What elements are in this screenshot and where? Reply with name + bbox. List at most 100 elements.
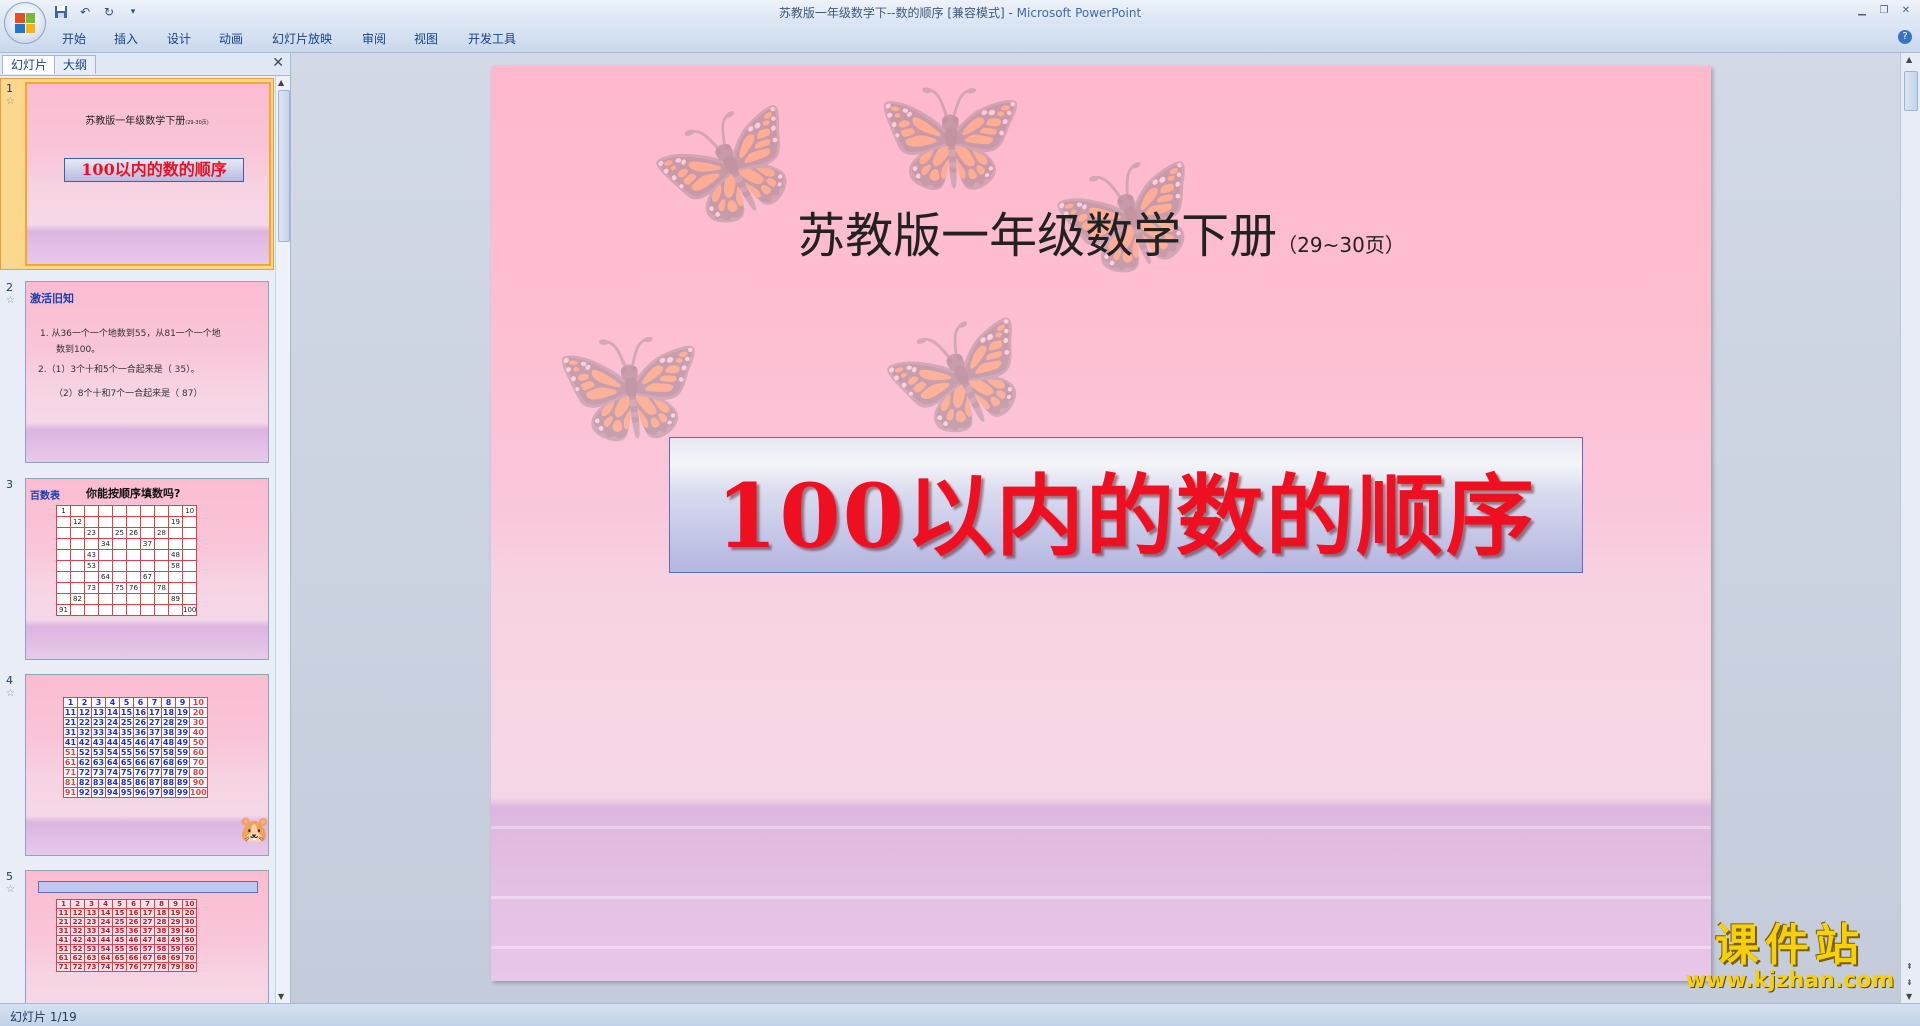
tab-animations[interactable]: 动画 xyxy=(219,30,243,47)
chart-cell: 41 xyxy=(63,737,78,748)
chart-cell: 3 xyxy=(84,899,99,909)
tab-review[interactable]: 审阅 xyxy=(362,30,386,47)
chart-cell xyxy=(140,593,155,605)
title-bar: ↶ ↻ ▾ 苏教版一年级数学下--数的顺序 [兼容模式] - Microsoft… xyxy=(0,0,1920,24)
main-title-box[interactable]: 100以内的数的顺序 xyxy=(669,437,1583,573)
office-button[interactable] xyxy=(4,2,46,44)
chart-cell: 74 xyxy=(98,962,113,972)
chart-cell: 7 xyxy=(147,697,162,708)
chart-cell xyxy=(56,527,71,539)
chart-cell: 85 xyxy=(119,777,134,788)
chart-cell xyxy=(154,571,169,583)
chart-cell: 79 xyxy=(175,767,190,778)
chart-cell: 53 xyxy=(91,747,106,758)
main-title-text: 100以内的数的顺序 xyxy=(716,464,1536,568)
pane-tabs: 幻灯片 大纲 ✕ xyxy=(0,53,290,76)
chart-cell: 54 xyxy=(105,747,120,758)
chart-cell: 5 xyxy=(119,697,134,708)
current-slide[interactable]: 🦋 🦋 🦋 🦋 🦋 苏教版一年级数学下册（29~30页） 100以内的数的顺序 xyxy=(491,66,1711,981)
chart-cell: 53 xyxy=(84,560,99,572)
tab-slides[interactable]: 幻灯片 xyxy=(2,55,57,74)
chart-cell xyxy=(56,549,71,561)
chart-cell: 27 xyxy=(147,717,162,728)
thumbnail-scrollbar[interactable]: ▲ ▼ xyxy=(275,76,290,1003)
chart-cell: 48 xyxy=(154,935,169,945)
chart-cell: 47 xyxy=(147,737,162,748)
chart-cell xyxy=(112,593,127,605)
chart-cell: 22 xyxy=(70,917,85,927)
status-bar: 幻灯片 1/19 xyxy=(0,1003,1920,1026)
chart-cell xyxy=(168,527,183,539)
chart-cell xyxy=(126,505,141,517)
chart-cell xyxy=(70,538,85,550)
chart-cell xyxy=(154,516,169,528)
tab-outline[interactable]: 大纲 xyxy=(54,55,97,74)
chart-cell: 60 xyxy=(182,944,197,954)
scroll-up-icon[interactable]: ▲ xyxy=(278,78,284,87)
chart-cell: 50 xyxy=(182,935,197,945)
chart-cell xyxy=(126,571,141,583)
chart-cell: 19 xyxy=(168,516,183,528)
scroll-down-icon[interactable]: ▼ xyxy=(1906,992,1912,1001)
chart-cell: 20 xyxy=(182,908,197,918)
chart-cell: 58 xyxy=(161,747,176,758)
chart-cell: 6 xyxy=(133,697,148,708)
thumbnail-banner xyxy=(38,881,258,893)
scroll-down-icon[interactable]: ▼ xyxy=(278,992,284,1001)
restore-icon[interactable]: ❐ xyxy=(1874,2,1894,18)
chart-cell: 12 xyxy=(70,516,85,528)
close-icon[interactable]: ✕ xyxy=(1896,2,1916,18)
chart-cell: 1 xyxy=(56,505,71,517)
decorative-band xyxy=(491,896,1711,899)
chart-cell: 69 xyxy=(175,757,190,768)
chart-cell xyxy=(84,505,99,517)
chart-cell: 35 xyxy=(112,926,127,936)
chart-cell: 78 xyxy=(154,582,169,594)
chart-cell xyxy=(98,582,113,594)
chart-cell: 32 xyxy=(70,926,85,936)
chart-cell: 8 xyxy=(154,899,169,909)
chart-cell xyxy=(168,571,183,583)
help-icon[interactable]: ? xyxy=(1898,30,1912,44)
tab-insert[interactable]: 插入 xyxy=(114,30,138,47)
decorative-band xyxy=(491,826,1711,829)
chart-cell: 26 xyxy=(133,717,148,728)
close-pane-icon[interactable]: ✕ xyxy=(272,55,284,71)
chart-cell: 96 xyxy=(133,787,148,798)
chart-cell xyxy=(181,571,198,583)
chart-cell: 91 xyxy=(63,787,78,798)
tab-view[interactable]: 视图 xyxy=(414,30,438,47)
tab-developer[interactable]: 开发工具 xyxy=(468,30,516,47)
tab-slideshow[interactable]: 幻灯片放映 xyxy=(272,30,332,47)
editor-scrollbar[interactable]: ▲ ⇞ ⇟ ▼ xyxy=(1900,53,1920,1003)
chart-cell: 34 xyxy=(98,926,113,936)
chart-cell: 57 xyxy=(147,747,162,758)
thumbnail-line: 1. 从36一个一个地数到55，从81一个一个地 xyxy=(40,329,221,339)
chart-cell: 46 xyxy=(126,935,141,945)
tab-home[interactable]: 开始 xyxy=(62,30,86,47)
chart-cell: 70 xyxy=(189,757,208,768)
minimize-icon[interactable]: ▁ xyxy=(1852,2,1872,18)
site-watermark: 课件站 www.kjzhan.com xyxy=(1670,924,1910,994)
animation-star-icon: ☆ xyxy=(6,884,15,895)
tab-design[interactable]: 设计 xyxy=(167,30,191,47)
chart-cell xyxy=(126,560,141,572)
scroll-thumb[interactable] xyxy=(278,90,290,242)
chart-cell: 25 xyxy=(112,917,127,927)
chart-cell: 59 xyxy=(168,944,183,954)
chart-cell: 2 xyxy=(77,697,92,708)
slide-title[interactable]: 苏教版一年级数学下册（29~30页） xyxy=(491,196,1711,266)
office-logo-icon xyxy=(15,13,35,33)
chart-cell xyxy=(126,549,141,561)
chart-cell xyxy=(140,516,155,528)
scroll-thumb[interactable] xyxy=(1904,71,1918,111)
scroll-up-icon[interactable]: ▲ xyxy=(1906,55,1912,64)
chart-cell: 77 xyxy=(147,767,162,778)
watermark-url: www.kjzhan.com xyxy=(1685,968,1895,993)
chart-cell: 64 xyxy=(98,953,113,963)
chart-cell: 50 xyxy=(189,737,208,748)
chart-cell: 24 xyxy=(98,917,113,927)
chart-cell: 36 xyxy=(126,926,141,936)
chart-cell: 15 xyxy=(112,908,127,918)
chart-cell: 94 xyxy=(105,787,120,798)
